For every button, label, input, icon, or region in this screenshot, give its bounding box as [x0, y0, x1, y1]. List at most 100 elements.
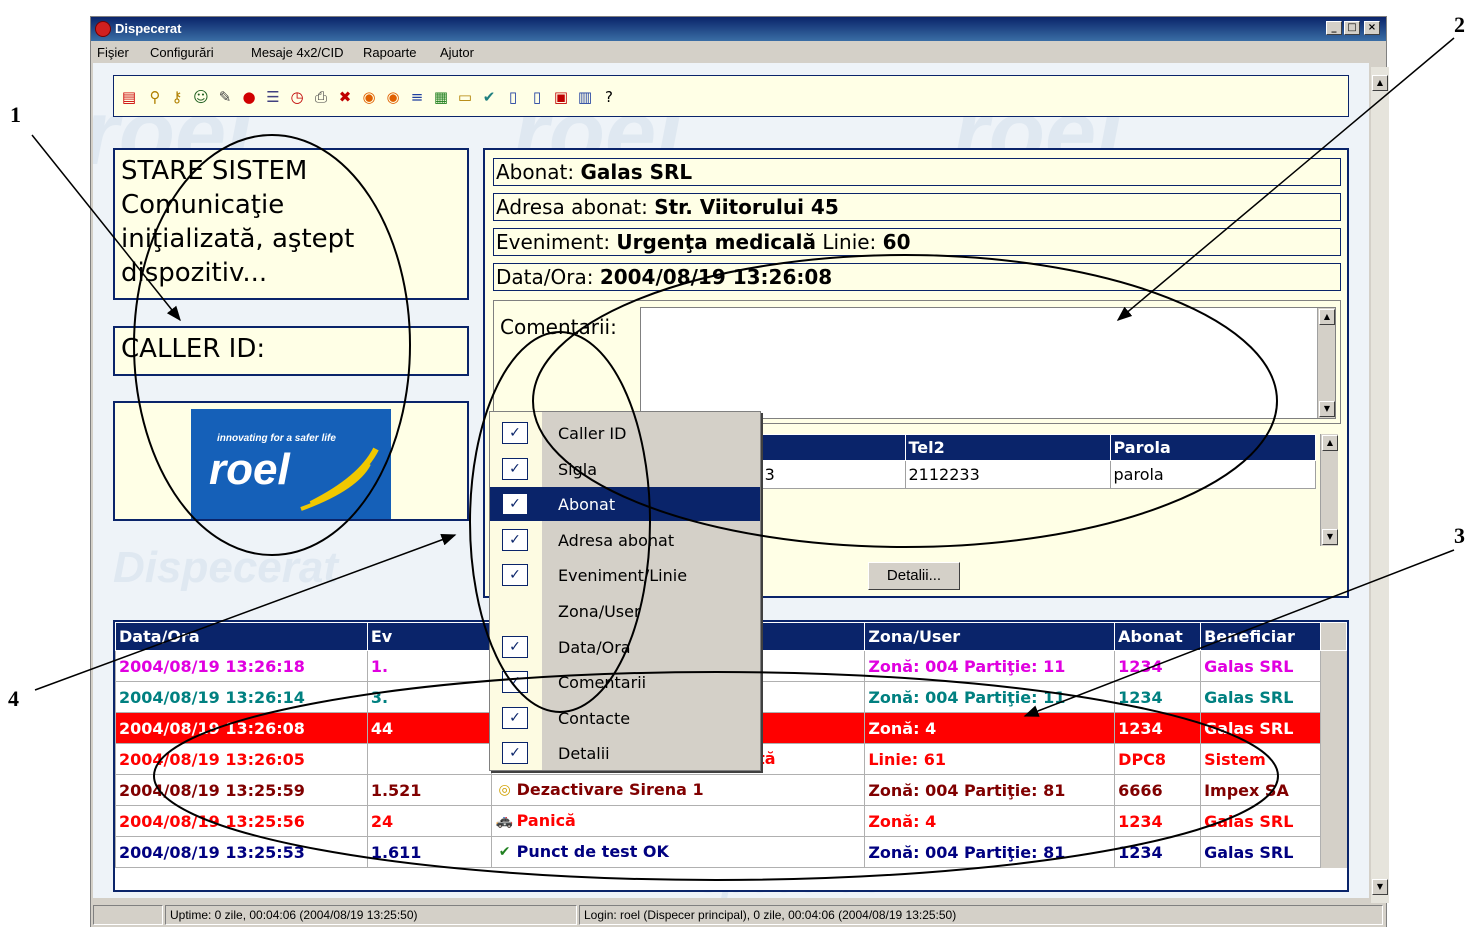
- table-cell[interactable]: 2004/08/19 13:26:05: [115, 743, 368, 775]
- scroll-down-icon[interactable]: ▼: [1319, 401, 1335, 417]
- table-cell[interactable]: 1234: [1114, 805, 1202, 837]
- report-icon[interactable]: ≡: [408, 88, 426, 106]
- table-cell[interactable]: Galas SRL: [1200, 836, 1322, 868]
- context-menu-item[interactable]: Zona/User: [490, 594, 760, 628]
- menu-mesaje[interactable]: Mesaje 4x2/CID: [251, 45, 343, 60]
- scroll-up-icon[interactable]: [1320, 622, 1347, 651]
- calc-icon[interactable]: ▥: [576, 88, 594, 106]
- scroll-up-icon[interactable]: ▲: [1322, 435, 1338, 451]
- table-cell[interactable]: [366, 743, 492, 775]
- close-button[interactable]: ×: [1364, 21, 1380, 35]
- context-menu-item[interactable]: ✓ Abonat: [490, 487, 760, 522]
- search-icon[interactable]: ⚲: [146, 88, 164, 106]
- scroll-up-icon[interactable]: ▲: [1319, 309, 1335, 325]
- table-cell[interactable]: 2004/08/19 13:26:18: [115, 650, 368, 682]
- scroll-up-icon[interactable]: ▲: [1372, 75, 1388, 91]
- scroll-track[interactable]: [1320, 836, 1347, 868]
- table-cell[interactable]: Impex SA: [1200, 774, 1322, 806]
- help-icon[interactable]: ?: [600, 88, 618, 106]
- checkmark-icon[interactable]: ✓: [502, 742, 528, 765]
- checkmark-icon[interactable]: ✓: [502, 671, 528, 694]
- minimize-button[interactable]: _: [1326, 21, 1342, 35]
- unchecked-box[interactable]: [502, 600, 528, 622]
- scroll-down-icon[interactable]: ▼: [1322, 529, 1338, 545]
- print-icon[interactable]: ⎙: [312, 88, 330, 106]
- scroll-track[interactable]: [1320, 805, 1347, 837]
- checkmark-icon[interactable]: ✓: [502, 528, 528, 551]
- checkmark-icon[interactable]: ✓: [502, 422, 528, 444]
- table-cell[interactable]: 3.: [366, 681, 492, 713]
- table-cell[interactable]: Zonă: 004 Partiţie: 81: [864, 836, 1116, 868]
- scroll-track[interactable]: [1320, 712, 1347, 744]
- delete-icon[interactable]: ✖: [336, 88, 354, 106]
- table-cell[interactable]: Zonă: 004 Partiţie: 11: [864, 681, 1116, 713]
- context-menu-item[interactable]: ✓ Comentarii: [490, 665, 760, 699]
- calendar-icon[interactable]: ▣: [552, 88, 570, 106]
- table-row[interactable]: 2004/08/19 13:25:53 1.611 ✔ Punct de test O…: [115, 836, 1347, 868]
- table-cell[interactable]: 1234: [1114, 836, 1202, 868]
- table-cell[interactable]: 2004/08/19 13:25:56: [115, 805, 368, 837]
- context-menu-item[interactable]: ✓ Eveniment/Linie: [490, 558, 760, 592]
- table-cell[interactable]: Zonă: 4: [864, 805, 1116, 837]
- alarm-icon[interactable]: ◉: [360, 88, 378, 106]
- table-cell[interactable]: Zonă: 4: [864, 712, 1116, 744]
- clock-icon[interactable]: ◷: [288, 88, 306, 106]
- table-cell[interactable]: 1234: [1114, 681, 1202, 713]
- table-cell[interactable]: 1.521: [366, 774, 492, 806]
- title-bar[interactable]: Dispecerat _ □ ×: [91, 17, 1386, 41]
- table-cell[interactable]: ◎ Dezactivare Sirena 1: [490, 774, 866, 806]
- menu-configurari[interactable]: Configurări: [150, 45, 214, 60]
- maximize-button[interactable]: □: [1344, 21, 1360, 35]
- table-cell[interactable]: 44: [366, 712, 492, 744]
- table-cell[interactable]: 1.: [366, 650, 492, 682]
- comments-scrollbar[interactable]: ▲ ▼: [1317, 308, 1335, 418]
- table-cell[interactable]: Galas SRL: [1200, 650, 1322, 682]
- table-cell[interactable]: Sistem: [1200, 743, 1322, 775]
- map-icon[interactable]: ▦: [432, 88, 450, 106]
- comments-textarea[interactable]: ▲ ▼: [640, 307, 1336, 419]
- column-header[interactable]: Abonat: [1114, 622, 1202, 651]
- table-cell[interactable]: 2004/08/19 13:26:08: [115, 712, 368, 744]
- checkmark-icon[interactable]: ✓: [502, 635, 528, 658]
- checkmark-icon[interactable]: ✓: [502, 706, 528, 729]
- checkmark-icon[interactable]: ✓: [502, 457, 528, 480]
- window-scrollbar[interactable]: ▲ ▼: [1371, 67, 1389, 903]
- users-icon[interactable]: ☺: [192, 88, 210, 106]
- context-menu-item[interactable]: ✓ Data/Ora: [490, 630, 760, 664]
- menu-fisier[interactable]: Fişier: [97, 45, 129, 60]
- subscriber-icon[interactable]: ▤: [120, 88, 138, 106]
- scroll-down-icon[interactable]: ▼: [1372, 879, 1388, 895]
- table-cell[interactable]: 1234: [1114, 712, 1202, 744]
- details-button[interactable]: Detalii...: [868, 562, 960, 590]
- table-cell[interactable]: 2004/08/19 13:25:59: [115, 774, 368, 806]
- table-cell[interactable]: 2004/08/19 13:25:53: [115, 836, 368, 868]
- table-cell[interactable]: parola: [1109, 460, 1316, 489]
- column-header[interactable]: Zona/User: [864, 622, 1116, 651]
- contacts-scrollbar[interactable]: ▲ ▼: [1320, 434, 1338, 546]
- alarm-alt-icon[interactable]: ◉: [384, 88, 402, 106]
- table-cell[interactable]: 1.611: [366, 836, 492, 868]
- table-cell[interactable]: Galas SRL: [1200, 681, 1322, 713]
- scroll-track[interactable]: [1320, 743, 1347, 775]
- column-header[interactable]: Ev: [366, 622, 492, 651]
- context-menu-item[interactable]: ✓ Detalii: [490, 736, 760, 770]
- table-cell[interactable]: Zonă: 004 Partiţie: 11: [864, 650, 1116, 682]
- folder-icon[interactable]: ▭: [456, 88, 474, 106]
- edit-icon[interactable]: ✔: [480, 88, 498, 106]
- table-cell[interactable]: Linie: 61: [864, 743, 1116, 775]
- scroll-track[interactable]: [1320, 681, 1347, 713]
- key-icon[interactable]: ⚷: [168, 88, 186, 106]
- table-cell[interactable]: 6666: [1114, 774, 1202, 806]
- table-cell[interactable]: 🚓 Panică: [490, 805, 866, 837]
- column-header[interactable]: Beneficiar: [1200, 622, 1322, 651]
- table-cell[interactable]: 1234: [1114, 650, 1202, 682]
- table-cell[interactable]: DPC8: [1114, 743, 1202, 775]
- table-cell[interactable]: 24: [366, 805, 492, 837]
- scroll-track[interactable]: [1320, 774, 1347, 806]
- tools-icon[interactable]: ✎: [216, 88, 234, 106]
- checkmark-icon[interactable]: ✓: [502, 564, 528, 587]
- table-cell[interactable]: ✔ Punct de test OK: [490, 836, 866, 868]
- table-row[interactable]: 2004/08/19 13:25:59 1.521 ◎ Dezactivare Sir…: [115, 774, 1347, 806]
- table-cell[interactable]: 2112233: [904, 460, 1111, 489]
- menu-rapoarte[interactable]: Rapoarte: [363, 45, 416, 60]
